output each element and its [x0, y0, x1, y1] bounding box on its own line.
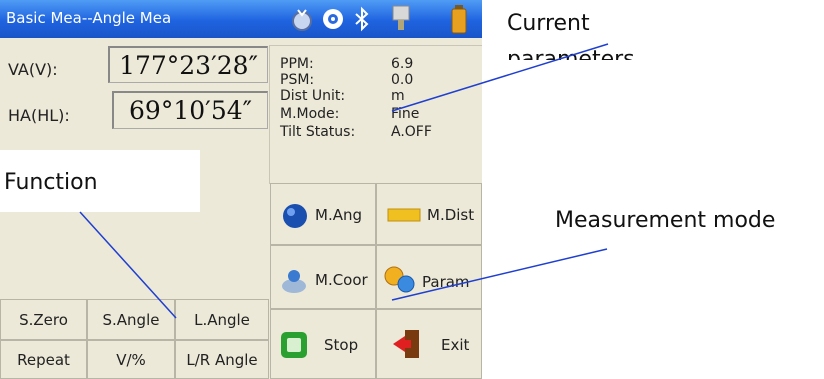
annotation-lines [79, 43, 609, 319]
function-pointer [79, 211, 177, 319]
current-params-pointer [391, 43, 609, 112]
measurement-mode-pointer [391, 248, 608, 301]
